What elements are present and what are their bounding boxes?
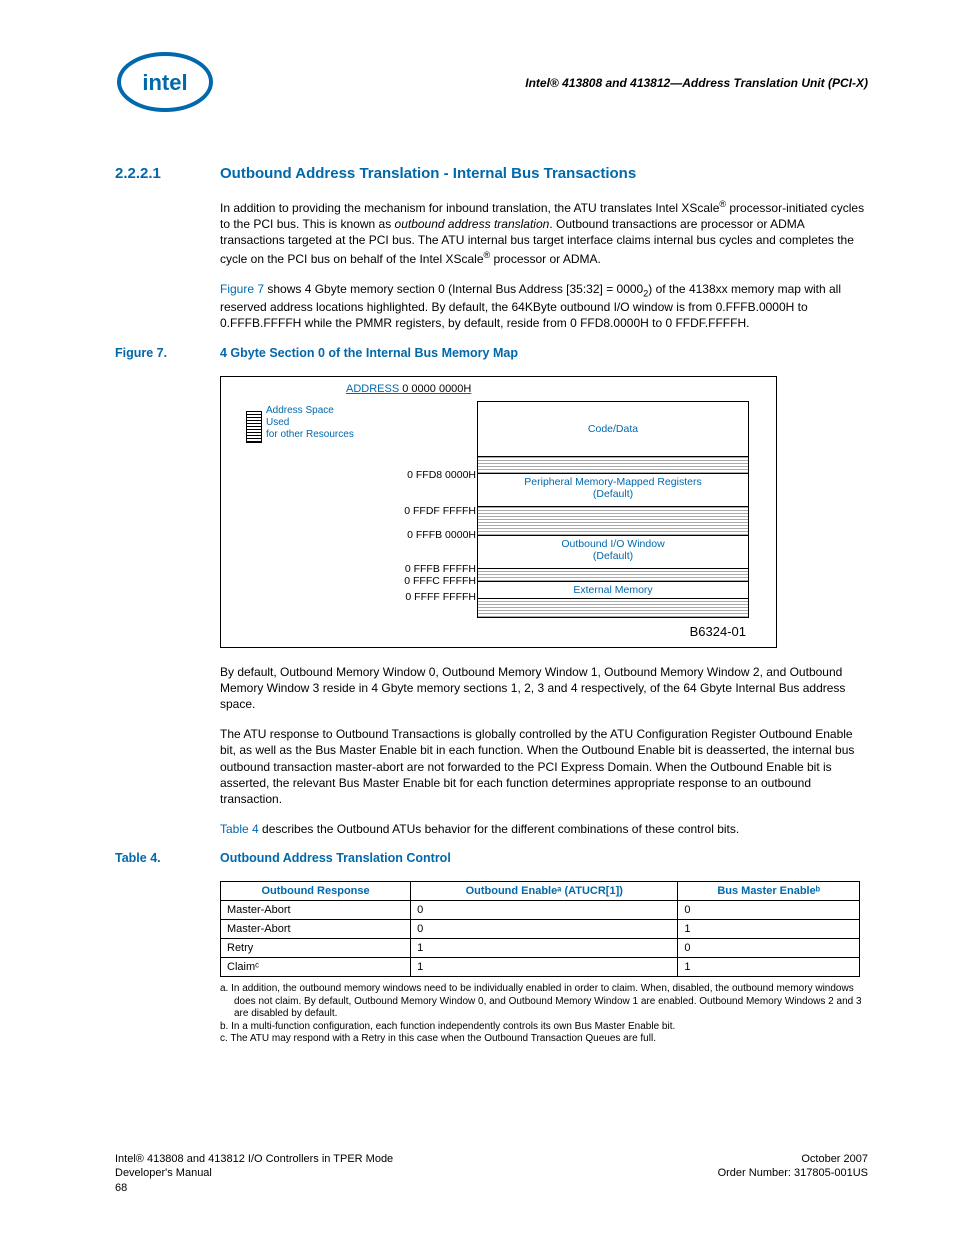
figure-title: 4 Gbyte Section 0 of the Internal Bus Me… xyxy=(220,346,518,360)
paragraph-4: The ATU response to Outbound Transaction… xyxy=(220,726,868,807)
memory-map-stack: Code/Data Peripheral Memory-Mapped Regis… xyxy=(477,401,749,618)
figure-label: Figure 7. xyxy=(115,346,220,360)
band-hatch-2 xyxy=(478,507,748,536)
addr-fffb0: 0 FFFB 0000H xyxy=(407,529,476,541)
addr-fffc: 0 FFFC FFFFH xyxy=(404,575,476,587)
address-header: ADDRESS 0 0000 0000H xyxy=(346,383,471,395)
table-title: Outbound Address Translation Control xyxy=(220,851,451,865)
table-header-row: Outbound Response Outbound Enableᵃ (ATUC… xyxy=(221,882,860,901)
figure-caption: Figure 7. 4 Gbyte Section 0 of the Inter… xyxy=(115,346,868,360)
page: intel Intel® 413808 and 413812—Address T… xyxy=(0,0,954,1235)
band-oio: Outbound I/O Window(Default) xyxy=(478,536,748,569)
addr-ffd8: 0 FFD8 0000H xyxy=(407,469,476,481)
footnote-a: a. In addition, the outbound memory wind… xyxy=(220,983,868,1021)
table-footnotes: a. In addition, the outbound memory wind… xyxy=(220,983,868,1046)
footer-right: October 2007 Order Number: 317805-001US xyxy=(718,1152,868,1195)
table-row: Master-Abort 0 1 xyxy=(221,920,860,939)
table-link[interactable]: Table 4 xyxy=(220,822,259,836)
paragraph-3: By default, Outbound Memory Window 0, Ou… xyxy=(220,664,868,713)
intel-logo: intel xyxy=(115,50,215,115)
band-ext: External Memory xyxy=(478,582,748,599)
footer-left: Intel® 413808 and 413812 I/O Controllers… xyxy=(115,1152,393,1195)
table-label: Table 4. xyxy=(115,851,220,865)
svg-text:intel: intel xyxy=(142,70,187,95)
paragraph-5: Table 4 describes the Outbound ATUs beha… xyxy=(220,821,868,837)
table-row: Claimᶜ 1 1 xyxy=(221,958,860,977)
footnote-c: c. The ATU may respond with a Retry in t… xyxy=(220,1033,868,1046)
paragraph-1: In addition to providing the mechanism f… xyxy=(220,198,868,267)
table-row: Master-Abort 0 0 xyxy=(221,901,860,920)
figure-link[interactable]: Figure 7 xyxy=(220,282,264,296)
band-code-data: Code/Data xyxy=(478,402,748,457)
band-hatch-3 xyxy=(478,569,748,582)
col-outbound-response: Outbound Response xyxy=(221,882,411,901)
table-row: Retry 1 0 xyxy=(221,939,860,958)
footnote-b: b. In a multi-function configuration, ea… xyxy=(220,1021,868,1034)
page-header: intel Intel® 413808 and 413812—Address T… xyxy=(115,50,868,115)
paragraph-2: Figure 7 shows 4 Gbyte memory section 0 … xyxy=(220,281,868,332)
table-caption: Table 4. Outbound Address Translation Co… xyxy=(115,851,868,865)
header-title: Intel® 413808 and 413812—Address Transla… xyxy=(525,76,868,90)
section-title: Outbound Address Translation - Internal … xyxy=(220,165,636,182)
band-hatch-4 xyxy=(478,599,748,617)
band-hatch-1 xyxy=(478,457,748,474)
addr-fffbF: 0 FFFB FFFFH xyxy=(405,563,476,575)
translation-control-table: Outbound Response Outbound Enableᵃ (ATUC… xyxy=(220,881,860,977)
hatch-swatch xyxy=(246,411,262,443)
hatch-label: Address SpaceUsedfor other Resources xyxy=(266,405,354,441)
figure-diagram: ADDRESS 0 0000 0000H Address SpaceUsedfo… xyxy=(220,376,777,648)
col-outbound-enable: Outbound Enableᵃ (ATUCR[1]) xyxy=(411,882,678,901)
col-bus-master-enable: Bus Master Enableᵇ xyxy=(678,882,860,901)
section-number: 2.2.2.1 xyxy=(115,165,220,182)
figure-id: B6324-01 xyxy=(690,624,746,639)
addr-ffdf: 0 FFDF FFFFH xyxy=(404,505,476,517)
page-footer: Intel® 413808 and 413812 I/O Controllers… xyxy=(115,1152,868,1195)
band-pmm: Peripheral Memory-Mapped Registers(Defau… xyxy=(478,474,748,507)
section-heading: 2.2.2.1 Outbound Address Translation - I… xyxy=(115,165,868,182)
addr-ffff: 0 FFFF FFFFH xyxy=(405,591,476,603)
